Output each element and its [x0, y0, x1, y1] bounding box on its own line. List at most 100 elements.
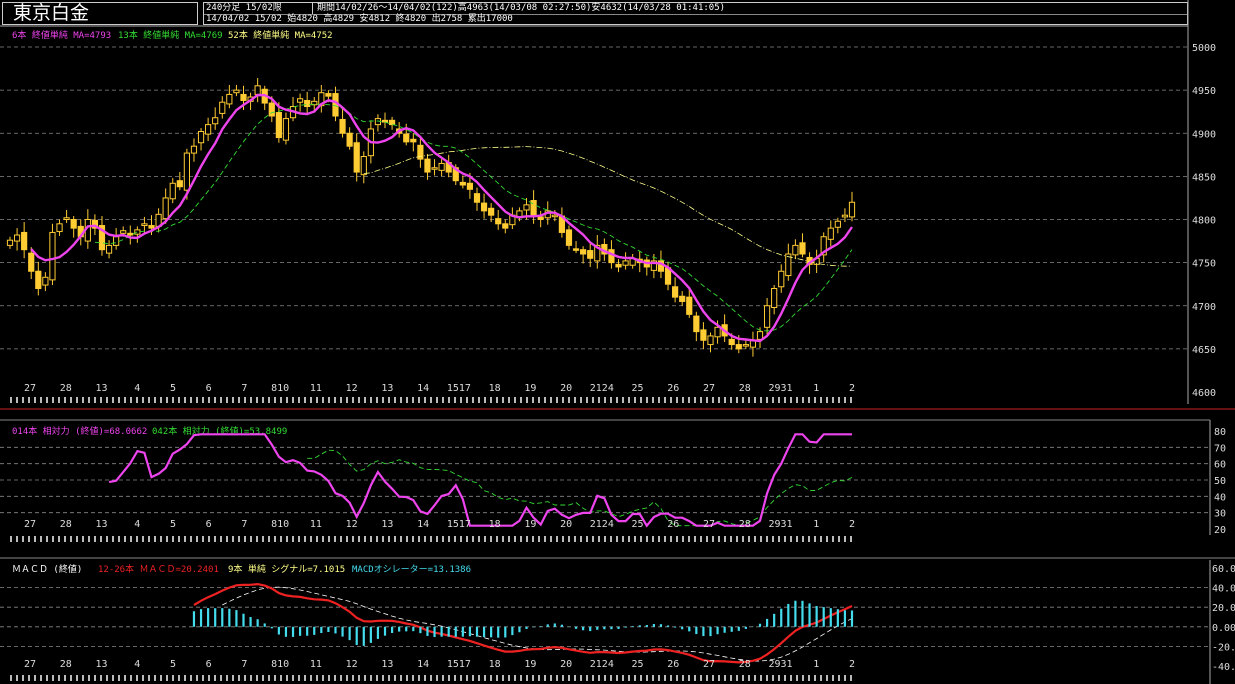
hour-tick: [142, 536, 144, 542]
hour-tick: [136, 536, 138, 542]
day-label: 20: [560, 383, 572, 394]
hour-tick: [106, 675, 108, 681]
hour-tick: [496, 397, 498, 403]
hour-tick: [718, 397, 720, 403]
hour-tick: [460, 397, 462, 403]
candle-down: [580, 249, 587, 255]
hour-tick: [490, 675, 492, 681]
hour-tick: [580, 536, 582, 542]
hour-tick: [310, 397, 312, 403]
hour-tick: [52, 397, 54, 403]
hour-tick: [16, 536, 18, 542]
hour-tick: [262, 397, 264, 403]
hour-tick: [706, 397, 708, 403]
hour-tick: [682, 397, 684, 403]
day-label: 2: [849, 383, 855, 394]
hour-tick: [10, 675, 12, 681]
candle-up: [233, 89, 240, 94]
hour-tick: [364, 397, 366, 403]
hour-tick: [802, 675, 804, 681]
hour-tick: [784, 675, 786, 681]
hour-tick: [286, 397, 288, 403]
hour-tick: [844, 536, 846, 542]
hour-tick: [484, 397, 486, 403]
hour-tick: [556, 397, 558, 403]
hour-tick: [646, 397, 648, 403]
hour-tick: [472, 675, 474, 681]
hour-tick: [478, 675, 480, 681]
hour-tick: [676, 536, 678, 542]
hour-tick: [202, 536, 204, 542]
chart-canvas[interactable]: 6本 終値単純 MA=4793 13本 終値単純 MA=4769 52本 終値単…: [0, 0, 1235, 684]
macd-tick-label: 40.0000: [1212, 584, 1235, 595]
day-label: 18: [489, 519, 501, 530]
hour-tick: [520, 397, 522, 403]
day-label: 27: [24, 659, 36, 670]
hour-tick: [616, 397, 618, 403]
candle-up: [763, 305, 771, 328]
hour-tick: [772, 397, 774, 403]
day-label: 28: [60, 519, 72, 530]
hour-tick: [412, 397, 414, 403]
hour-tick: [298, 675, 300, 681]
hour-tick: [580, 397, 582, 403]
candle-down: [473, 193, 481, 203]
hour-tick: [514, 675, 516, 681]
price-tick-label: 4750: [1192, 259, 1216, 270]
day-label: 5: [170, 519, 176, 530]
hour-tick: [40, 397, 42, 403]
hour-tick: [166, 675, 168, 681]
hour-tick: [46, 675, 48, 681]
day-label: 1: [813, 659, 819, 670]
candle-up: [105, 244, 113, 254]
hour-tick: [304, 675, 306, 681]
hour-tick: [226, 397, 228, 403]
hour-tick: [622, 536, 624, 542]
hour-tick: [778, 397, 780, 403]
hour-tick: [112, 397, 114, 403]
candle-up: [183, 152, 190, 191]
hour-tick: [778, 675, 780, 681]
day-label: 27: [24, 519, 36, 530]
hour-tick: [694, 397, 696, 403]
candle-up: [113, 236, 120, 246]
hour-tick: [304, 536, 306, 542]
hour-tick: [436, 675, 438, 681]
hour-tick: [742, 675, 744, 681]
hour-tick: [94, 397, 96, 403]
hour-tick: [562, 675, 564, 681]
day-label: 1: [813, 519, 819, 530]
hour-tick: [370, 397, 372, 403]
hour-tick: [562, 397, 564, 403]
hour-tick: [184, 675, 186, 681]
hour-tick: [472, 536, 474, 542]
hour-tick: [256, 536, 258, 542]
candle-up: [141, 223, 148, 227]
hour-tick: [724, 675, 726, 681]
day-label: 6: [206, 659, 212, 670]
hour-tick: [442, 397, 444, 403]
hour-tick: [280, 536, 282, 542]
day-label: 28: [60, 383, 72, 394]
hour-tick: [268, 397, 270, 403]
hour-tick: [166, 536, 168, 542]
candle-down: [608, 249, 615, 264]
day-label: 26: [667, 659, 679, 670]
hour-tick: [676, 397, 678, 403]
hour-tick: [22, 675, 24, 681]
day-label: 27: [24, 383, 36, 394]
hour-tick: [16, 675, 18, 681]
day-label: 2: [849, 519, 855, 530]
hour-tick: [394, 397, 396, 403]
day-label: 11: [310, 659, 322, 670]
hour-tick: [814, 397, 816, 403]
hour-tick: [766, 397, 768, 403]
hour-tick: [28, 536, 30, 542]
candle-down: [587, 250, 594, 259]
hour-tick: [322, 397, 324, 403]
hour-tick: [802, 536, 804, 542]
candle-down: [70, 219, 77, 229]
hour-tick: [724, 536, 726, 542]
hour-tick: [844, 675, 846, 681]
candle-down: [339, 118, 346, 134]
